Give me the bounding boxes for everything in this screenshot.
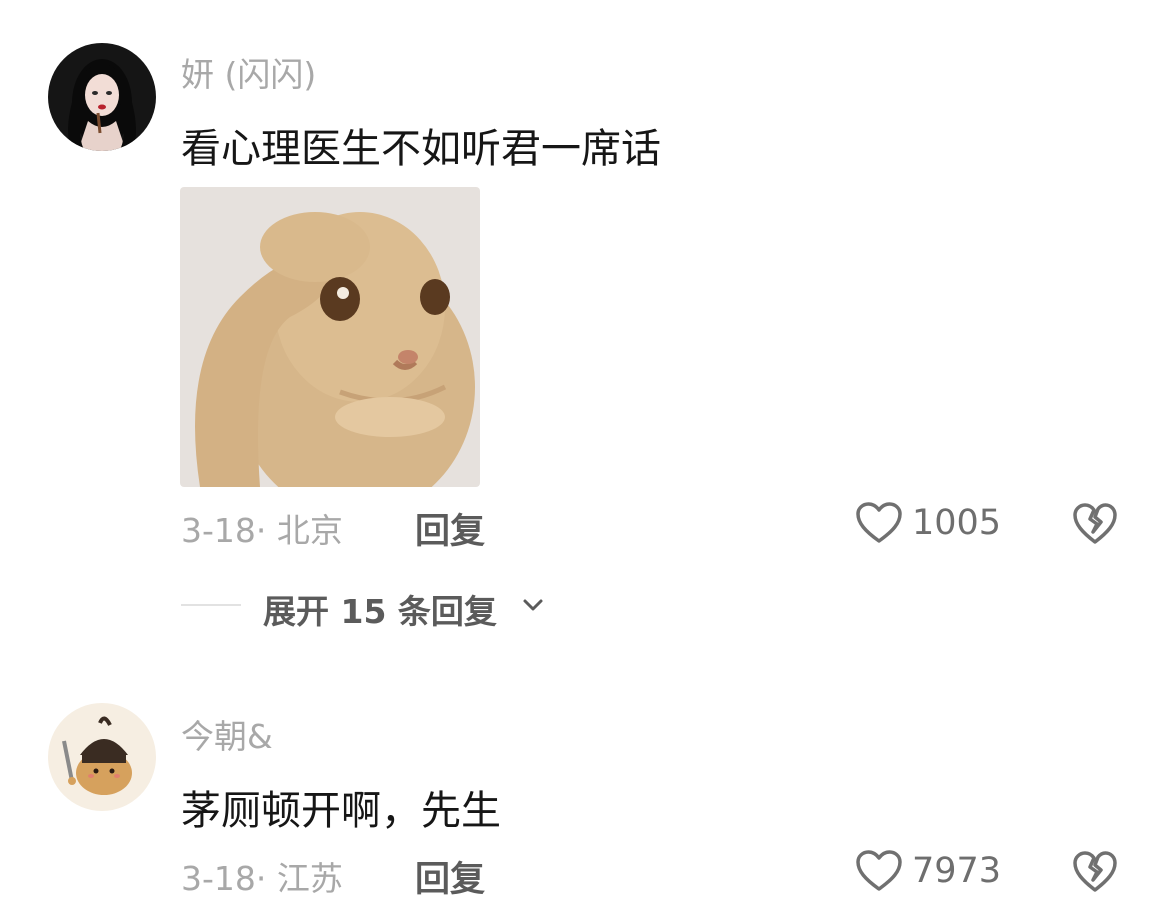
comment-item: 今朝& 茅厕顿开啊，先生 3-18· 江苏 回复 7973 — [0, 660, 1169, 917]
expand-replies-button[interactable]: 展开 15 条回复 — [263, 585, 497, 633]
comment-text: 看心理医生不如听君一席话 — [181, 126, 661, 172]
divider-line — [181, 604, 241, 606]
like-count: 1005 — [912, 503, 1002, 543]
broken-heart-icon[interactable] — [1072, 850, 1118, 894]
chevron-down-icon[interactable] — [522, 597, 544, 613]
comment-item: 妍 (闪闪) 看心理医生不如听君一席话 3-18· 北京 回复 1005 展开 … — [0, 0, 1169, 660]
avatar[interactable] — [48, 703, 156, 811]
reply-button[interactable]: 回复 — [415, 851, 485, 902]
username[interactable]: 今朝& — [181, 710, 273, 758]
heart-outline-icon[interactable] — [855, 501, 903, 545]
reply-button[interactable]: 回复 — [415, 503, 485, 554]
avatar[interactable] — [48, 43, 156, 151]
broken-heart-icon[interactable] — [1072, 502, 1118, 546]
username[interactable]: 妍 (闪闪) — [181, 48, 316, 96]
like-count: 7973 — [912, 851, 1002, 891]
comment-text: 茅厕顿开啊，先生 — [181, 788, 501, 834]
comment-meta: 3-18· 江苏 — [181, 859, 343, 898]
comment-meta: 3-18· 北京 — [181, 511, 343, 550]
heart-outline-icon[interactable] — [855, 849, 903, 893]
cat-sticker-image[interactable] — [180, 187, 480, 487]
